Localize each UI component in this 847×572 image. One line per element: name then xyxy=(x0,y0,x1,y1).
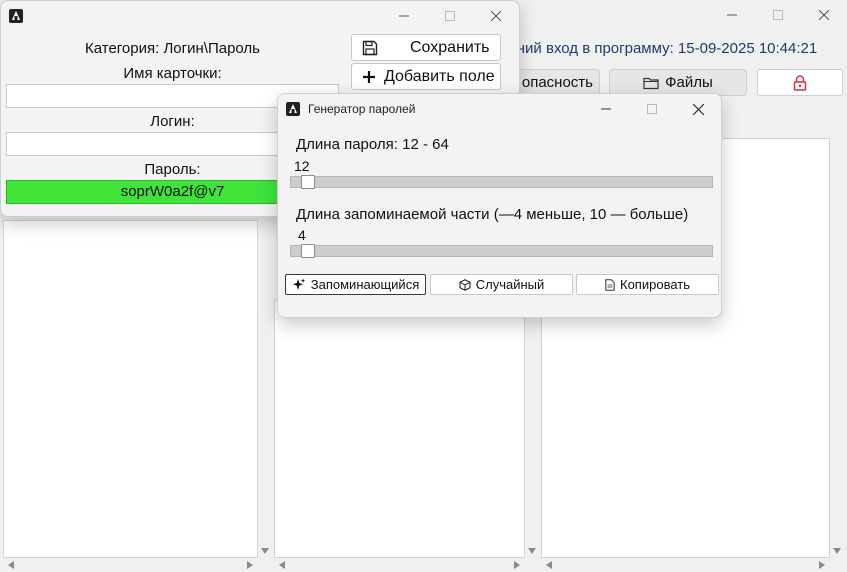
scroll-down-icon[interactable] xyxy=(261,548,269,554)
minimize-icon[interactable] xyxy=(381,1,427,31)
memorable-button[interactable]: Запоминающийся xyxy=(285,274,426,295)
tab-security-label: опасность xyxy=(521,74,593,91)
list-pane-1[interactable] xyxy=(3,220,258,558)
random-button-label: Случайный xyxy=(475,277,545,292)
memorable-length-value: 4 xyxy=(298,227,306,243)
password-length-value: 12 xyxy=(294,158,310,174)
card-window-controls xyxy=(381,1,519,31)
save-button-label: Сохранить xyxy=(410,38,490,56)
close-icon[interactable] xyxy=(801,0,847,30)
vertical-scrollbar-3[interactable] xyxy=(830,138,844,558)
password-length-label: Длина пароля: 12 - 64 xyxy=(296,136,449,153)
card-titlebar xyxy=(1,1,519,31)
vertical-scrollbar-1[interactable] xyxy=(258,220,272,558)
scroll-right-icon[interactable] xyxy=(819,561,825,569)
category-label: Категория: Логин\Пароль xyxy=(85,40,260,57)
scroll-right-icon[interactable] xyxy=(247,561,253,569)
scroll-right-icon[interactable] xyxy=(514,561,520,569)
scroll-down-icon[interactable] xyxy=(833,548,841,554)
password-length-slider[interactable] xyxy=(290,175,713,189)
list-pane-2[interactable] xyxy=(274,300,525,558)
folder-icon xyxy=(643,76,659,90)
scroll-down-icon[interactable] xyxy=(528,548,536,554)
close-icon[interactable] xyxy=(473,1,519,31)
password-generator-window: Генератор паролей Длина пароля: 12 - 64 … xyxy=(277,93,722,318)
horizontal-scrollbar-1[interactable] xyxy=(3,558,258,572)
close-icon[interactable] xyxy=(675,94,721,124)
maximize-icon[interactable] xyxy=(629,94,675,124)
app-logo-icon xyxy=(8,8,24,24)
scroll-left-icon[interactable] xyxy=(546,561,552,569)
maximize-icon[interactable] xyxy=(427,1,473,31)
save-button[interactable]: Сохранить xyxy=(351,34,501,61)
scroll-left-icon[interactable] xyxy=(279,561,285,569)
copy-button-label: Копировать xyxy=(620,277,690,292)
card-name-label: Имя карточки: xyxy=(123,65,222,82)
horizontal-scrollbar-2[interactable] xyxy=(274,558,525,572)
floppy-disk-icon xyxy=(362,40,378,56)
password-length-slider-thumb[interactable] xyxy=(301,175,315,189)
lock-icon xyxy=(793,74,807,91)
scroll-left-icon[interactable] xyxy=(8,561,14,569)
horizontal-scrollbar-3[interactable] xyxy=(541,558,830,572)
generator-window-controls xyxy=(583,94,721,124)
vertical-scrollbar-2[interactable] xyxy=(525,300,539,558)
last-login-status: едний вход в программу: 15-09-2025 10:44… xyxy=(500,40,818,57)
copy-button[interactable]: Копировать xyxy=(576,274,719,295)
main-window-controls xyxy=(709,0,847,30)
random-button[interactable]: Случайный xyxy=(430,274,573,295)
generator-window-title: Генератор паролей xyxy=(308,102,416,116)
lock-button[interactable] xyxy=(757,69,843,96)
app-logo-icon xyxy=(285,101,301,117)
generator-titlebar: Генератор паролей xyxy=(278,94,721,124)
plus-icon xyxy=(362,70,376,84)
memorable-length-label: Длина запоминаемой части (—4 меньше, 10 … xyxy=(296,206,689,223)
memorable-length-slider-thumb[interactable] xyxy=(301,244,315,258)
minimize-icon[interactable] xyxy=(583,94,629,124)
minimize-icon[interactable] xyxy=(709,0,755,30)
add-field-button[interactable]: Добавить поле xyxy=(351,63,501,90)
memorable-length-slider[interactable] xyxy=(290,244,713,258)
dice-icon xyxy=(459,278,471,291)
memorable-button-label: Запоминающийся xyxy=(310,277,420,292)
sparkle-icon xyxy=(292,278,306,292)
document-icon xyxy=(605,278,615,291)
maximize-icon[interactable] xyxy=(755,0,801,30)
tab-files-label: Файлы xyxy=(665,74,713,91)
tab-files[interactable]: Файлы xyxy=(609,69,747,96)
add-field-button-label: Добавить поле xyxy=(384,67,495,85)
